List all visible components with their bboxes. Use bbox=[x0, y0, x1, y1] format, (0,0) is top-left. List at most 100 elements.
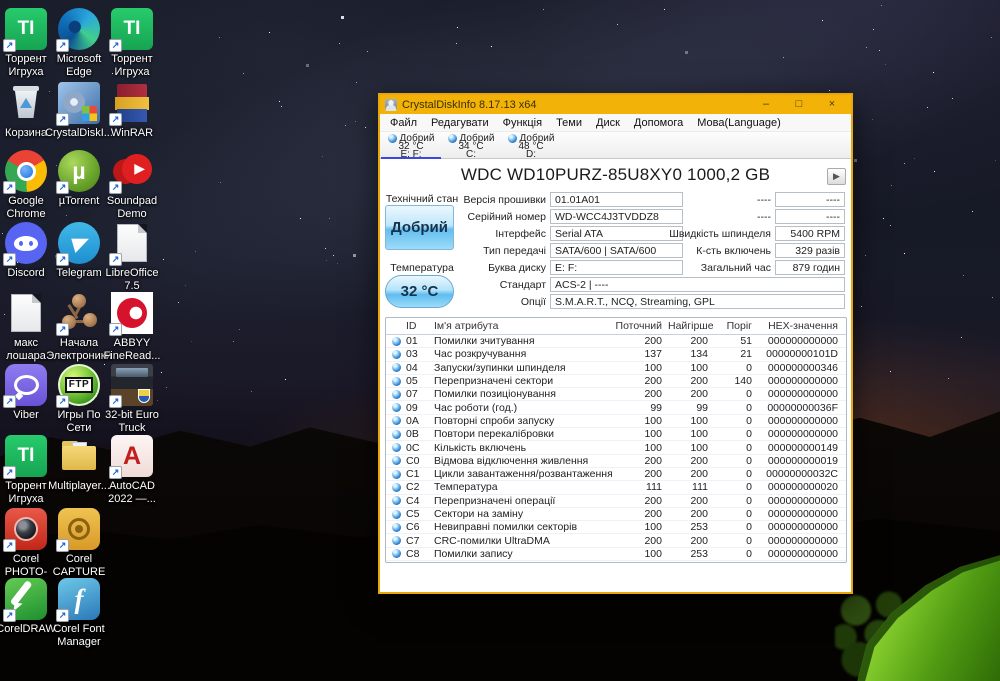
window-content: WDC WD10PURZ-85U8XY0 1000,2 GB ▶ Технічн… bbox=[380, 159, 851, 566]
attr-worst: 100 bbox=[690, 361, 708, 374]
status-dot-icon bbox=[391, 416, 401, 426]
attr-threshold: 0 bbox=[746, 401, 752, 414]
smart-row-C2[interactable]: C2 Температура 111 111 0 000000000020 bbox=[386, 481, 846, 495]
attr-threshold: 0 bbox=[746, 361, 752, 374]
close-button-icon[interactable]: × bbox=[826, 95, 838, 114]
attr-current: 100 bbox=[644, 521, 662, 534]
attr-id: 0A bbox=[406, 414, 419, 427]
attr-id: C7 bbox=[406, 534, 420, 547]
attr-name: Помилки позиціонування bbox=[434, 388, 556, 401]
desktop-icon-igry-po-seti-ftp[interactable]: FTP ↗ Игры По Сети bbox=[52, 364, 106, 434]
desktop-icon-label: Торрент Игруха bbox=[5, 53, 47, 78]
status-dot-icon bbox=[391, 349, 401, 359]
desktop-icon-soundpad-demo[interactable]: ▶ ↗ Soundpad Demo bbox=[105, 150, 159, 220]
stars bbox=[0, 0, 1, 1]
field-row: ---- ---- bbox=[380, 209, 851, 225]
threshold-column-header: Поріг bbox=[726, 320, 752, 332]
desktop-icon-nachala-elektroniki[interactable]: ↗ Начала Электроники bbox=[46, 292, 112, 362]
attr-worst: 200 bbox=[690, 468, 708, 481]
attr-threshold: 0 bbox=[746, 481, 752, 494]
field-value: ACS-2 | ---- bbox=[550, 277, 845, 292]
attr-status bbox=[386, 549, 406, 559]
desktop-icon-microsoft-edge[interactable]: ↗ Microsoft Edge bbox=[52, 8, 106, 78]
field-row: Стандарт ACS-2 | ---- bbox=[380, 277, 851, 293]
desktop-icon-corel-capture[interactable]: ↗ Corel CAPTURE bbox=[52, 508, 106, 578]
smart-row-C0[interactable]: C0 Відмова відключення живлення 200 200 0 000… bbox=[386, 455, 846, 468]
attr-status bbox=[386, 403, 406, 413]
drive-tab-d[interactable]: Добрий 48 °C D: bbox=[501, 132, 561, 160]
smart-row-C7[interactable]: C7 CRC-помилки UltraDMA 200 200 0 00000000000… bbox=[386, 534, 846, 548]
attr-worst: 200 bbox=[690, 534, 708, 547]
attr-worst: 111 bbox=[692, 481, 708, 494]
smart-row-07[interactable]: 07 Помилки позиціонування 200 200 0 000000000… bbox=[386, 388, 846, 402]
desktop-icon-autocad-2022[interactable]: A ↗ AutoCAD 2022 —... bbox=[105, 435, 159, 505]
shortcut-arrow-icon: ↗ bbox=[109, 181, 122, 194]
drive-tab-ef[interactable]: Добрий 32 °C E: F: bbox=[381, 132, 441, 160]
shortcut-arrow-icon: ↗ bbox=[3, 253, 16, 266]
menu-help[interactable]: Допомога bbox=[627, 117, 690, 129]
maximize-button-icon[interactable]: □ bbox=[793, 95, 805, 114]
menu-themes[interactable]: Теми bbox=[549, 117, 589, 129]
desktop-icon-torrent-igruha-1[interactable]: TI ↗ Торрент Игруха bbox=[0, 8, 53, 78]
attr-id: 09 bbox=[406, 401, 418, 414]
menu-edit[interactable]: Редагувати bbox=[424, 117, 496, 129]
attr-name: Помилки запису bbox=[434, 547, 513, 560]
field-row: Загальний час 879 годин bbox=[380, 260, 851, 276]
desktop-icon-corel-font-manager[interactable]: f ↗ Corel Font Manager bbox=[52, 578, 106, 648]
desktop-icon-torrent-igruha-3[interactable]: TI ↗ Торрент Игруха bbox=[0, 435, 53, 505]
desktop-icon-libreoffice[interactable]: ↗ LibreOffice 7.5 bbox=[105, 222, 159, 292]
menu-language[interactable]: Мова(Language) bbox=[690, 117, 788, 129]
desktop-icon-viber[interactable]: ↗ Viber bbox=[0, 364, 53, 422]
smart-row-0C[interactable]: 0C Кількість включень 100 100 0 000000000149 bbox=[386, 441, 846, 455]
attr-name: Повторні спроби запуску bbox=[434, 414, 555, 427]
menu-function[interactable]: Функція bbox=[496, 117, 549, 129]
smart-row-0A[interactable]: 0A Повторні спроби запуску 100 100 0 00000000… bbox=[386, 414, 846, 429]
attr-hex: 000000000020 bbox=[767, 481, 838, 494]
drive-tab-c[interactable]: Добрий 34 °C C: bbox=[441, 132, 501, 160]
next-drive-button[interactable]: ▶ bbox=[827, 168, 846, 185]
menu-disk[interactable]: Диск bbox=[589, 117, 627, 129]
attr-worst: 99 bbox=[696, 401, 708, 414]
window-controls: – □ × bbox=[760, 95, 846, 114]
desktop-icon-abbyy-finereader[interactable]: ↗ ABBYY FineRead... bbox=[104, 292, 160, 362]
attr-threshold: 140 bbox=[734, 375, 752, 388]
attr-current: 100 bbox=[644, 547, 662, 560]
smart-row-09[interactable]: 09 Час роботи (год.) 99 99 0 00000000036F bbox=[386, 401, 846, 415]
smart-row-0B[interactable]: 0B Повтори перекалібровки 100 100 0 000000000… bbox=[386, 428, 846, 442]
menu-file[interactable]: Файл bbox=[383, 117, 424, 129]
minimize-button-icon[interactable]: – bbox=[760, 95, 772, 114]
attr-worst: 200 bbox=[690, 375, 708, 388]
smart-row-C5[interactable]: C5 Сектори на заміну 200 200 0 000000000000 bbox=[386, 508, 846, 522]
desktop-icon-multiplayer-folder[interactable]: Multiplayer... bbox=[48, 435, 110, 493]
menu-bar: Файл Редагувати Функція Теми Диск Допомога Мов… bbox=[380, 114, 851, 132]
attr-status bbox=[386, 443, 406, 453]
smart-row-C1[interactable]: C1 Цикли завантаження/розвантаження 200 200… bbox=[386, 468, 846, 482]
desktop-icon-telegram[interactable]: ↗ Telegram bbox=[52, 222, 106, 280]
desktop-icon-crystaldiskinfo[interactable]: ↗ CrystalDiskI... bbox=[45, 82, 113, 140]
smart-row-C6[interactable]: C6 Невиправні помилки секторів 100 253 0 0000… bbox=[386, 521, 846, 535]
smart-row-C8[interactable]: C8 Помилки запису 100 253 0 000000000000 bbox=[386, 547, 846, 562]
drive-model-title: WDC WD10PURZ-85U8XY0 1000,2 GB bbox=[460, 165, 771, 184]
desktop-icon-winrar[interactable]: ↗ WinRAR bbox=[105, 82, 159, 140]
attr-status bbox=[386, 482, 406, 492]
drive-tab-strip: Добрий 32 °C E: F: Добрий 34 °C C: Добрий 48 °C… bbox=[380, 132, 851, 160]
desktop-icon-coreldraw[interactable]: ↗ CorelDRAW bbox=[0, 578, 56, 636]
attr-worst: 200 bbox=[690, 335, 708, 348]
desktop-icon-torrent-igruha-2[interactable]: TI ↗ Торрент Игруха bbox=[105, 8, 159, 78]
field-row: К-сть включень 329 разів bbox=[380, 243, 851, 259]
smart-row-05[interactable]: 05 Перепризначені сектори 200 200 140 0000000… bbox=[386, 375, 846, 389]
field-label: К-сть включень bbox=[696, 245, 771, 257]
smart-row-01[interactable]: 01 Помилки зчитування 200 200 51 000000000000 bbox=[386, 335, 846, 349]
id-column-header: ID bbox=[406, 320, 417, 332]
desktop-icon-utorrent[interactable]: µ ↗ µTorrent bbox=[52, 150, 106, 208]
field-value: S.M.A.R.T., NCQ, Streaming, GPL bbox=[550, 294, 845, 309]
field-row: ---- ---- bbox=[380, 192, 851, 208]
shortcut-arrow-icon: ↗ bbox=[109, 323, 122, 336]
desktop-icon-discord[interactable]: ↗ Discord bbox=[0, 222, 53, 280]
attr-name: Перепризначені сектори bbox=[434, 375, 554, 388]
smart-row-04[interactable]: 04 Запуски/зупинки шпинделя 100 100 0 0000000… bbox=[386, 362, 846, 375]
desktop-icon-google-chrome[interactable]: ↗ Google Chrome bbox=[0, 150, 53, 220]
desktop-icon-label: Microsoft Edge bbox=[56, 53, 102, 78]
smart-row-03[interactable]: 03 Час розкручування 137 134 21 00000000101D bbox=[386, 348, 846, 362]
smart-row-C4[interactable]: C4 Перепризначені операції 200 200 0 00000000… bbox=[386, 495, 846, 508]
